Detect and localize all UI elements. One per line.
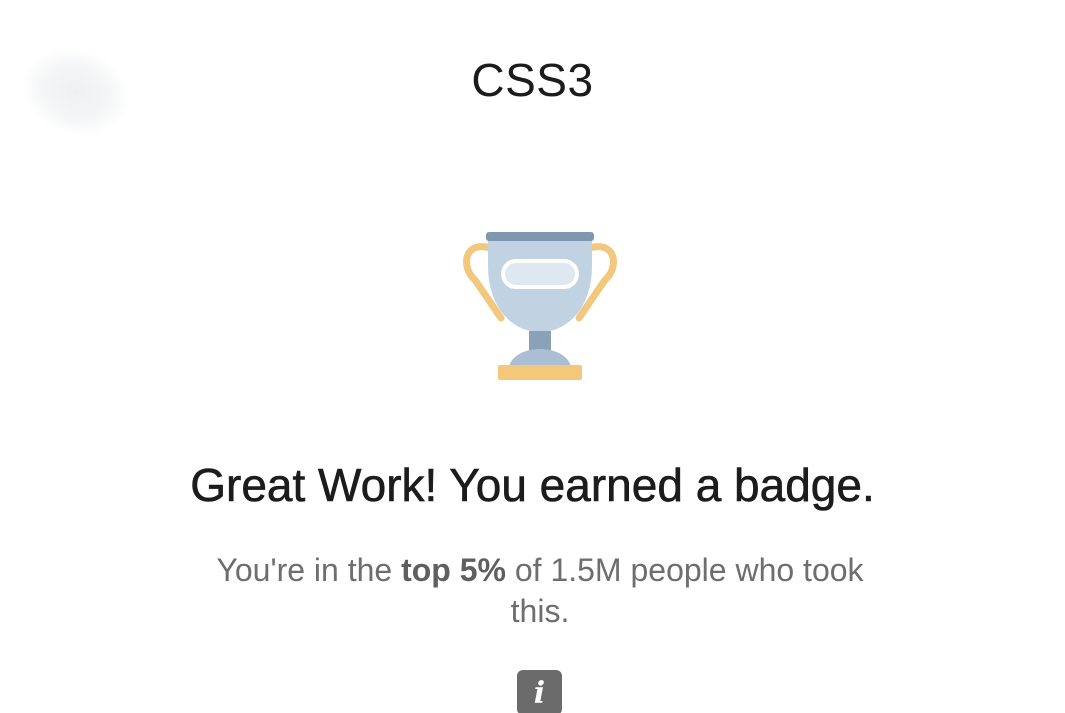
info-icon: i [533, 675, 546, 711]
page-title: CSS3 [471, 54, 594, 106]
rank-highlight: top 5% [401, 552, 506, 588]
rank-summary: You're in the top 5% of 1.5M people who … [212, 550, 868, 632]
success-headline: Great Work! You earned a badge. [190, 459, 875, 512]
rank-suffix: of 1.5M people who took this. [505, 552, 864, 629]
badge-result-screen: CSS3 Great Work! You earned a badge. You… [0, 0, 1065, 713]
info-button[interactable]: i [517, 670, 562, 713]
trophy-icon [461, 228, 619, 384]
rank-prefix: You're in the [216, 552, 402, 588]
